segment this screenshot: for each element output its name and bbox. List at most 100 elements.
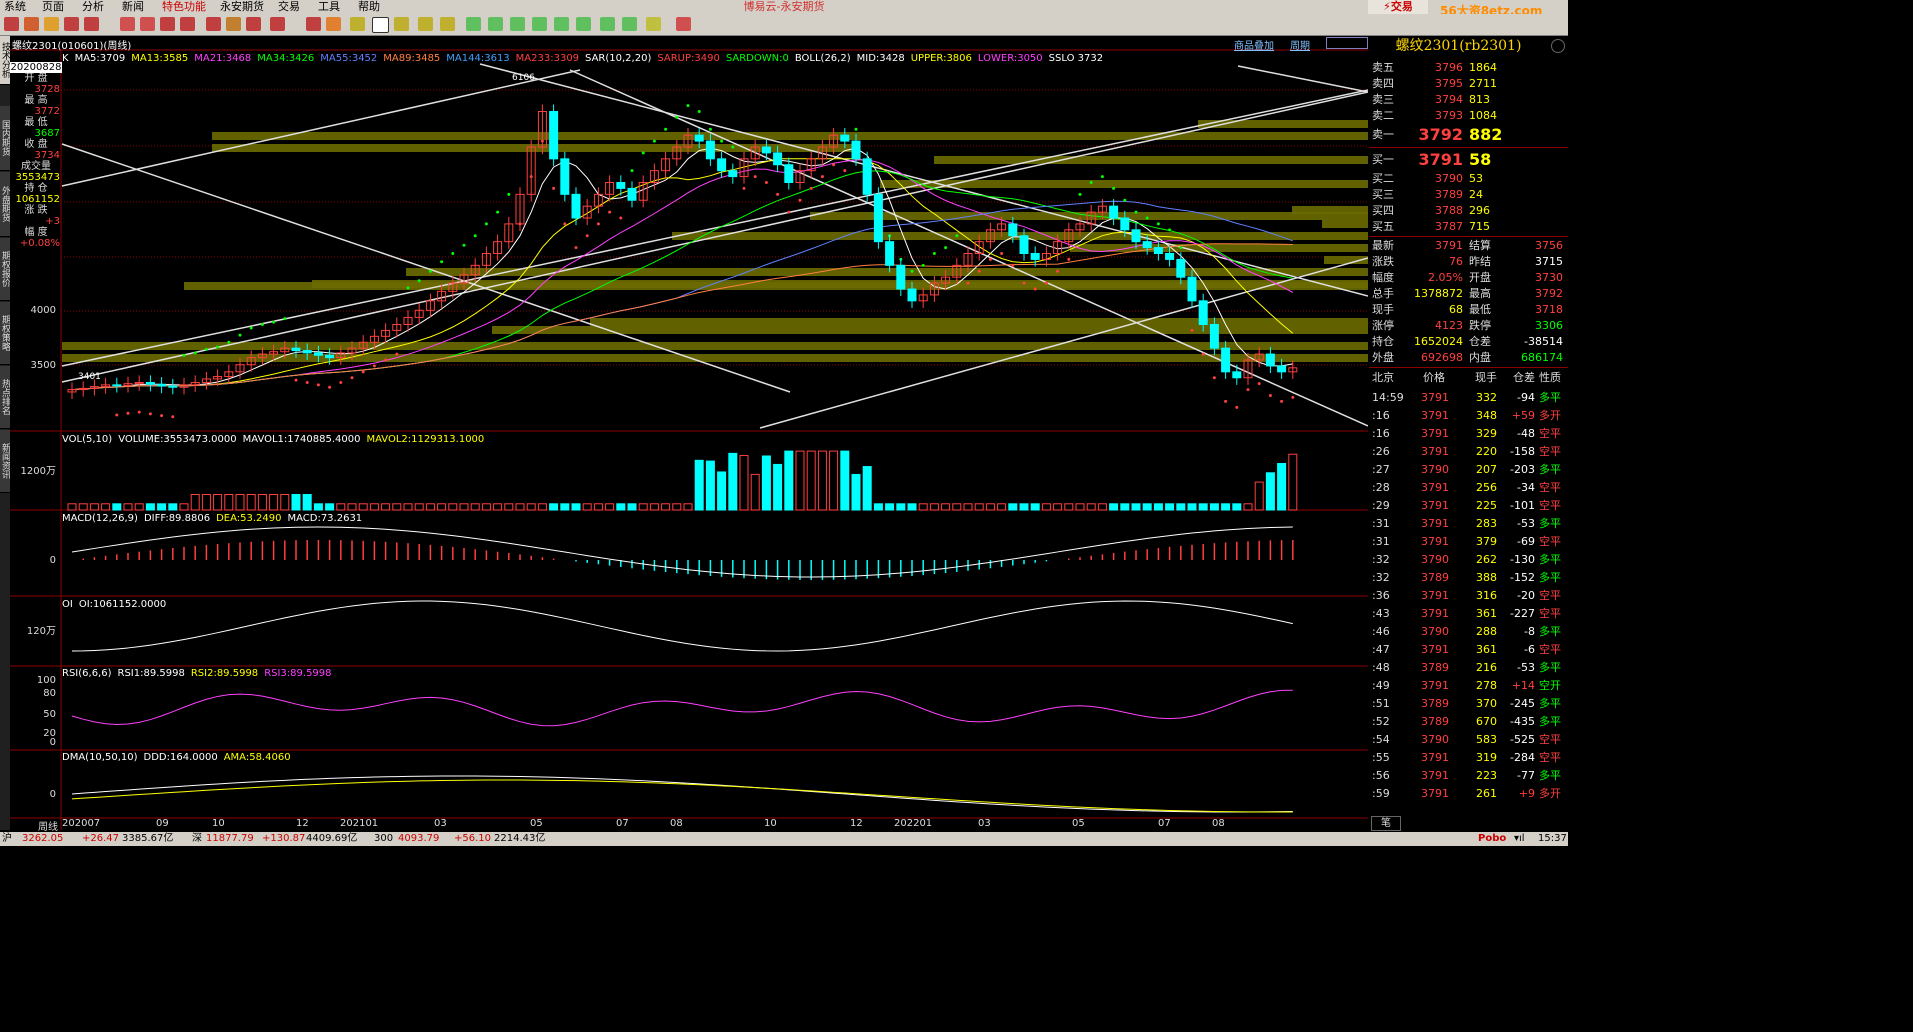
volume-bar [807, 451, 815, 510]
tab-foreign-futures[interactable]: 外盘期货 [0, 172, 10, 237]
grid-icon[interactable] [206, 17, 221, 31]
c3-amount: 2214.43亿 [494, 832, 545, 846]
oi-axis: 120万 [8, 622, 56, 637]
tick-oi-change: -53 [1499, 659, 1535, 677]
stat-value: 3715 [1499, 254, 1563, 270]
period-tick-icon[interactable] [326, 17, 341, 31]
tick-type: 空平 [1539, 641, 1561, 659]
volume-bar [841, 451, 849, 510]
tick-type: 空开 [1539, 677, 1561, 695]
zoom-in-icon[interactable] [120, 17, 135, 31]
period-15min-icon[interactable] [532, 17, 547, 31]
volume-bar [1210, 504, 1218, 510]
list-icon[interactable] [84, 17, 99, 31]
indicator-label: MAVOL2:1129313.1000 [366, 434, 484, 445]
volume-band [212, 132, 1368, 140]
back-icon[interactable] [4, 17, 19, 31]
sar-dot [799, 199, 802, 202]
chart-icon[interactable] [246, 17, 261, 31]
sar-dot [351, 376, 354, 379]
period-4h-icon[interactable] [622, 17, 637, 31]
line-icon[interactable] [306, 17, 321, 31]
tab-hot-rank[interactable]: 热点排名 [0, 366, 10, 429]
sar-dot [787, 211, 790, 214]
period-quarter-icon[interactable] [418, 17, 433, 31]
tick-price: 3791 [1421, 587, 1445, 605]
sar-dot [922, 264, 925, 267]
tick-type: 多平 [1539, 695, 1561, 713]
info-label: 成交量 [10, 161, 62, 172]
volume-band [492, 326, 1368, 334]
period-year-icon[interactable] [646, 17, 661, 31]
home-icon[interactable] [24, 17, 39, 31]
menu-page[interactable]: 页面 [42, 0, 64, 14]
tick-vol: 220 [1459, 443, 1497, 461]
sar-dot [608, 211, 611, 214]
period-3min-icon[interactable] [488, 17, 503, 31]
tick-price: 3790 [1421, 461, 1445, 479]
settings-icon[interactable] [1551, 39, 1565, 53]
tab-domestic-futures[interactable]: 国内期货 [0, 106, 10, 171]
trend-icon[interactable] [270, 17, 285, 31]
x-axis-tick: 12 [850, 818, 863, 829]
tick-time: :46 [1372, 623, 1402, 641]
menu-trade[interactable]: 交易 [278, 0, 300, 14]
trade-button[interactable]: ⚡交易 [1368, 0, 1428, 14]
stat-label: 总手 [1372, 286, 1394, 302]
tick-time: :32 [1372, 551, 1402, 569]
info-value: 3553473 [10, 172, 62, 183]
sar-dot [1157, 222, 1160, 225]
period-link[interactable]: 周期 [1290, 37, 1310, 52]
period-x-icon[interactable] [440, 17, 455, 31]
ask-label: 卖五 [1372, 60, 1394, 76]
db-icon[interactable] [44, 17, 59, 31]
period-week-icon[interactable] [372, 17, 389, 33]
zoom-out-icon[interactable] [140, 17, 155, 31]
sar-dot [821, 175, 824, 178]
tick-vol: 225 [1459, 497, 1497, 515]
overlay-link[interactable]: 商品叠加 [1234, 37, 1274, 52]
pen-icon[interactable] [226, 17, 241, 31]
period-30min-icon[interactable] [554, 17, 569, 31]
tick-row: :36 3791 316 -20 空平 [1369, 587, 1568, 605]
tick-tab[interactable]: 笔 [1371, 816, 1401, 831]
rsi-indicator-legend: RSI(6,6,6) RSI1:89.5998 RSI2:89.5998 RSI3:8… [62, 668, 338, 679]
indicator-label: LOWER:3050 [978, 53, 1043, 64]
menu-analysis[interactable]: 分析 [82, 0, 104, 14]
tab-technical[interactable]: 技术分析 [0, 36, 10, 85]
sar-dot [227, 341, 230, 344]
tick-price: 3789 [1421, 659, 1445, 677]
menu-yongan[interactable]: 永安期货 [220, 0, 264, 14]
volume-bar [886, 504, 894, 510]
sar-dot [586, 234, 589, 237]
tick-vol: 388 [1459, 569, 1497, 587]
period-60min-icon[interactable] [576, 17, 591, 31]
volume-bar [527, 504, 535, 510]
period-1min-icon[interactable] [466, 17, 481, 31]
period-5min-icon[interactable] [510, 17, 525, 31]
volume-bar [471, 504, 479, 510]
sar-dot [496, 211, 499, 214]
tick-header-cell: 北京 [1372, 369, 1402, 387]
kline-icon[interactable] [160, 17, 175, 31]
period-month-icon[interactable] [394, 17, 409, 31]
quote-icon[interactable] [64, 17, 79, 31]
sar-dot [1202, 353, 1205, 356]
period-2h-icon[interactable] [600, 17, 615, 31]
period-day-icon[interactable] [350, 17, 365, 31]
tick-row: :26 3791 220 -158 空平 [1369, 443, 1568, 461]
tab-option-quote[interactable]: 期权报价 [0, 238, 10, 301]
menu-system[interactable]: 系统 [4, 0, 26, 14]
dma-indicator-legend: DMA(10,50,10) DDD:164.0000 AMA:58.4060 [62, 752, 297, 763]
window-controls[interactable] [1326, 37, 1368, 49]
menu-tools[interactable]: 工具 [318, 0, 340, 14]
menu-special[interactable]: 特色功能 [162, 0, 206, 14]
kline-chart-area[interactable] [10, 36, 1368, 830]
sar-dot [754, 175, 757, 178]
tick-vol: 223 [1459, 767, 1497, 785]
menu-help[interactable]: 帮助 [358, 0, 380, 14]
menu-news[interactable]: 新闻 [122, 0, 144, 14]
indicator-label: DMA(10,50,10) [62, 752, 138, 763]
bar-icon[interactable] [180, 17, 195, 31]
calc-icon[interactable] [676, 17, 691, 31]
